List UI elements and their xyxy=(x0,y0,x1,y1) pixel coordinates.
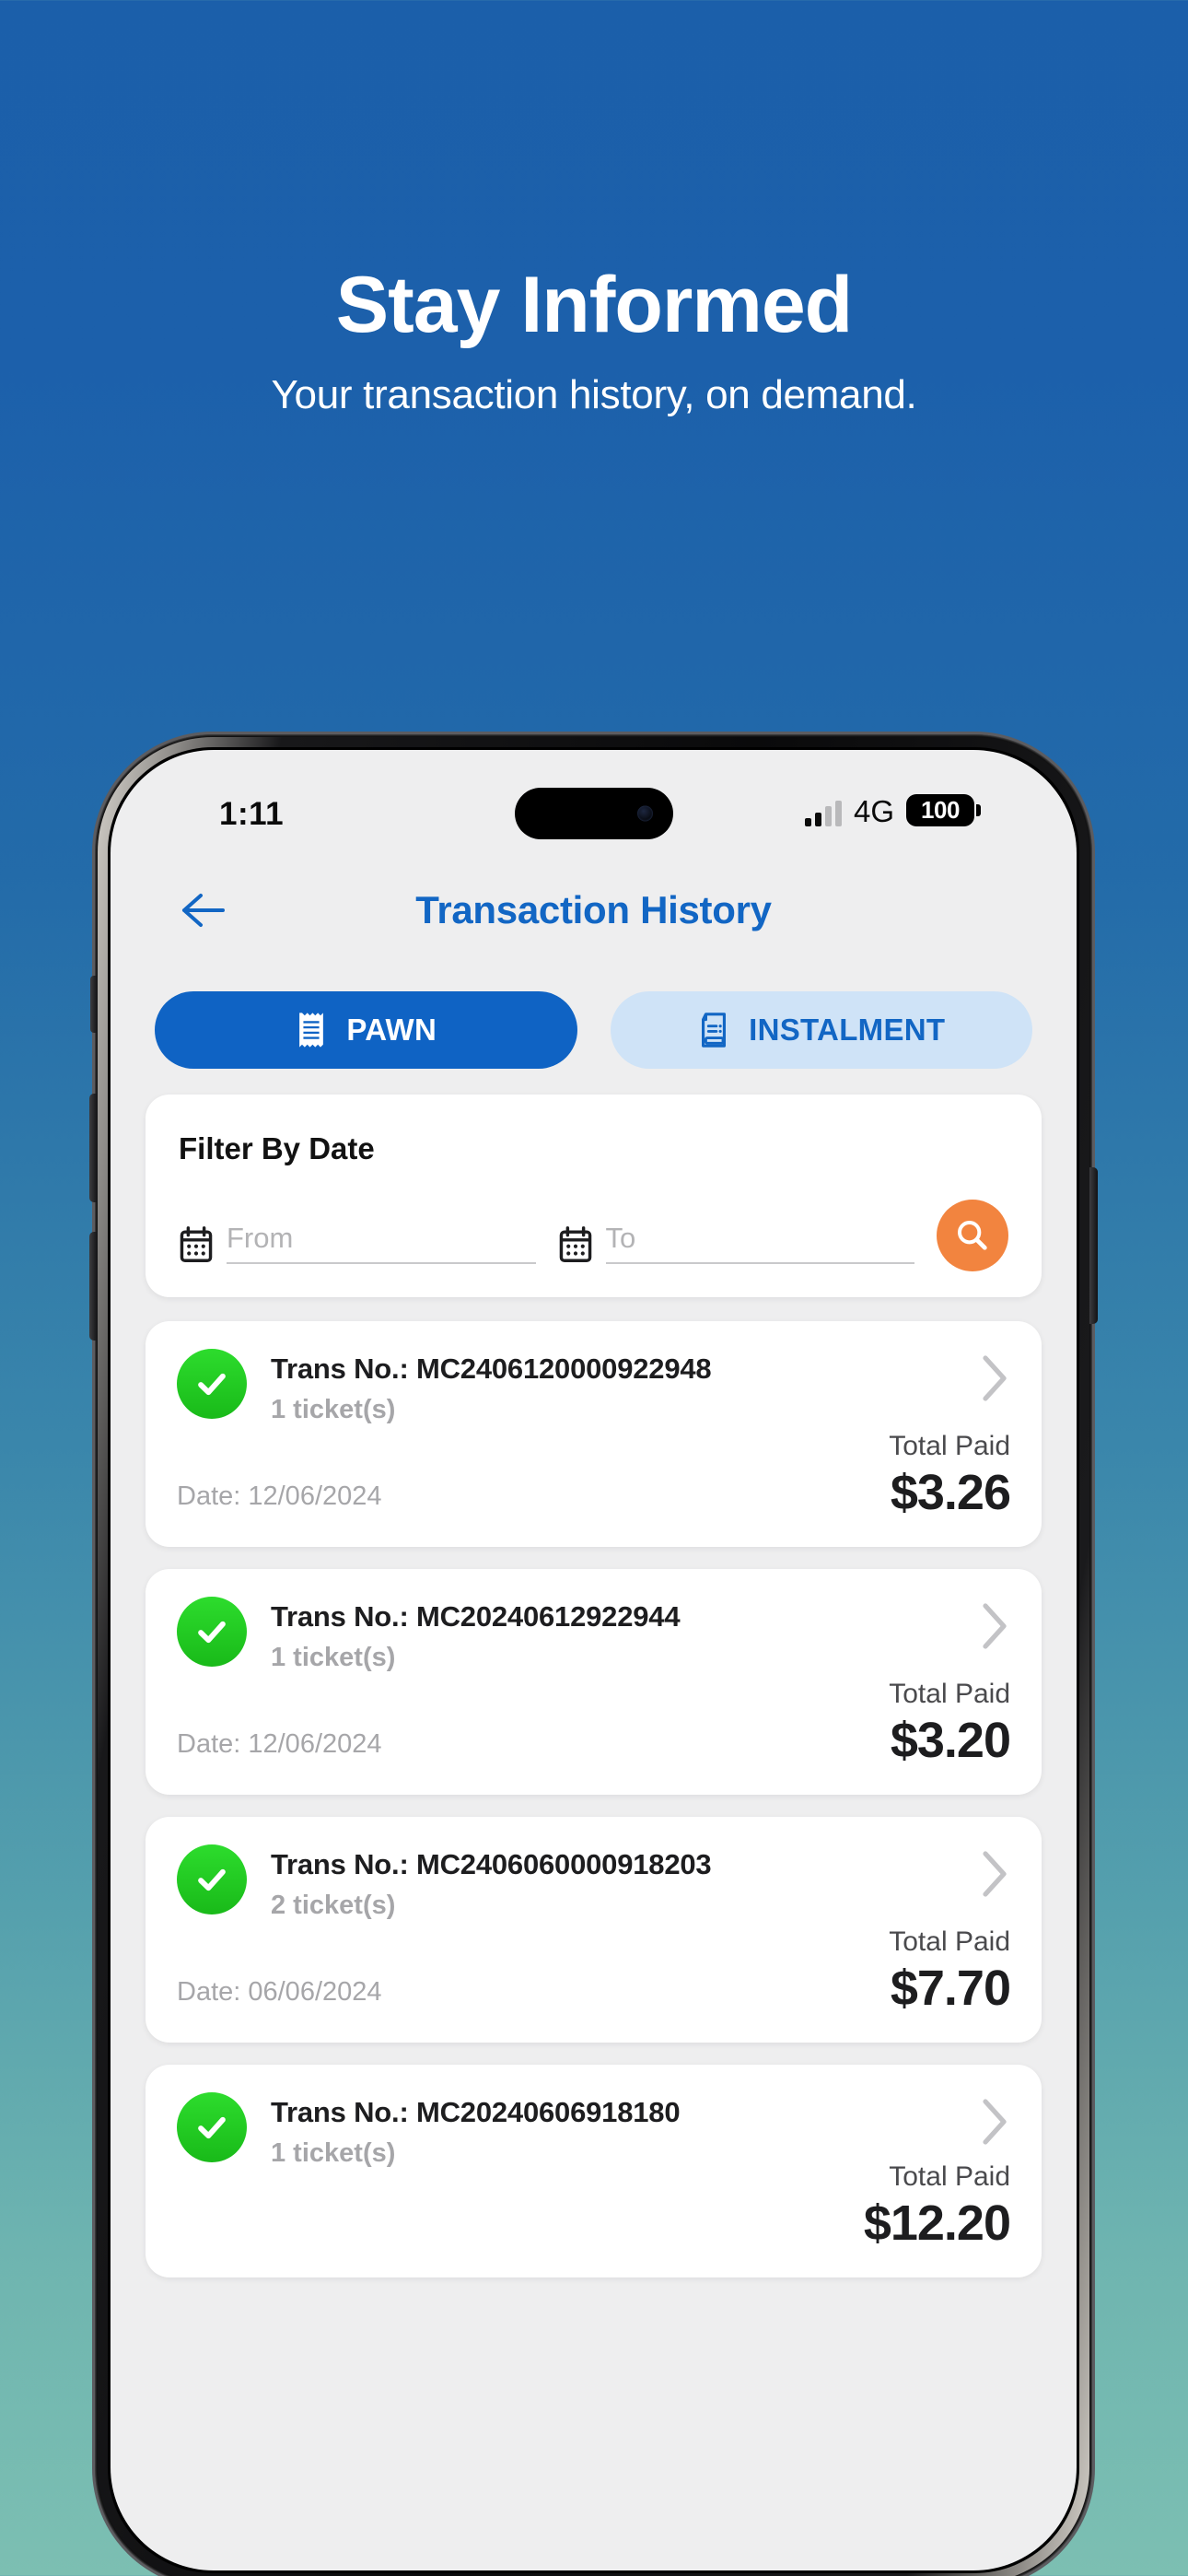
power-button[interactable] xyxy=(1089,1167,1098,1324)
transaction-footer: Total Paid $12.20 xyxy=(177,2161,1011,2252)
transaction-number: Trans No.: MC2406060000918203 xyxy=(271,1848,712,1880)
check-circle-icon xyxy=(177,1349,247,1419)
invoice-icon xyxy=(702,1013,727,1048)
total-paid-label: Total Paid xyxy=(889,1679,1010,1709)
back-button[interactable] xyxy=(171,878,236,943)
tab-bar: PAWN INSTALMENT xyxy=(111,962,1077,1069)
table-row[interactable]: Trans No.: MC20240606918180 1 ticket(s) … xyxy=(146,2065,1042,2277)
mute-switch-button[interactable] xyxy=(90,976,98,1033)
filter-title: Filter By Date xyxy=(179,1131,375,1165)
transaction-header: Trans No.: MC20240606918180 1 ticket(s) xyxy=(177,2092,1010,2169)
total-paid-amount: $3.26 xyxy=(890,1465,1011,1520)
from-date-input[interactable]: From xyxy=(227,1222,536,1264)
check-circle-icon xyxy=(177,2092,247,2162)
transaction-ticket-count: 2 ticket(s) xyxy=(271,1891,396,1920)
page-title: Transaction History xyxy=(415,888,772,931)
transaction-number: Trans No.: MC20240606918180 xyxy=(271,2096,681,2128)
volume-up-button[interactable] xyxy=(89,1094,98,1202)
transaction-meta: Trans No.: MC20240612922944 1 ticket(s) xyxy=(271,1597,955,1673)
phone-screen: 1:11 4G 100 Transaction History PAWN INS… xyxy=(111,750,1077,2570)
battery-indicator: 100 xyxy=(906,794,981,826)
filter-by-date-card: Filter By Date From To xyxy=(146,1095,1042,1297)
volume-down-button[interactable] xyxy=(89,1232,98,1341)
phone-mockup: 1:11 4G 100 Transaction History PAWN INS… xyxy=(89,734,1098,2576)
transaction-total: Total Paid $3.26 xyxy=(889,1431,1011,1521)
battery-percent-label: 100 xyxy=(921,796,960,824)
battery-tip-icon xyxy=(976,804,981,816)
transaction-total: Total Paid $12.20 xyxy=(863,2161,1011,2252)
tab-pawn-label: PAWN xyxy=(346,1013,437,1047)
transaction-number: Trans No.: MC20240612922944 xyxy=(271,1600,681,1633)
total-paid-amount: $12.20 xyxy=(863,2195,1011,2251)
front-camera-icon xyxy=(636,805,653,822)
to-date-field[interactable]: To xyxy=(558,1222,914,1264)
chevron-right-icon[interactable] xyxy=(979,1844,1010,1903)
chevron-right-icon[interactable] xyxy=(979,1597,1010,1655)
transaction-meta: Trans No.: MC2406060000918203 2 ticket(s… xyxy=(271,1844,955,1921)
total-paid-label: Total Paid xyxy=(889,2161,1010,2192)
promo-subtitle: Your transaction history, on demand. xyxy=(271,372,917,417)
tab-instalment-label: INSTALMENT xyxy=(749,1013,946,1047)
search-icon xyxy=(957,1220,987,1250)
check-circle-icon xyxy=(177,1844,247,1914)
status-bar-time: 1:11 xyxy=(219,796,285,832)
total-paid-amount: $7.70 xyxy=(890,1961,1011,2016)
from-date-field[interactable]: From xyxy=(179,1222,536,1264)
transaction-date: Date: 06/06/2024 xyxy=(177,1977,382,2007)
tab-pawn[interactable]: PAWN xyxy=(155,991,577,1069)
transaction-header: Trans No.: MC2406060000918203 2 ticket(s… xyxy=(177,1844,1010,1921)
transaction-header: Trans No.: MC2406120000922948 1 ticket(s… xyxy=(177,1349,1010,1425)
transaction-total: Total Paid $3.20 xyxy=(889,1679,1011,1769)
promo-title: Stay Informed xyxy=(335,261,853,349)
calendar-icon xyxy=(559,1226,591,1262)
chevron-right-icon[interactable] xyxy=(979,1349,1010,1407)
calendar-icon xyxy=(180,1226,213,1262)
total-paid-amount: $3.20 xyxy=(890,1713,1011,1768)
check-circle-icon xyxy=(177,1597,247,1667)
status-bar: 1:11 4G 100 xyxy=(111,750,1077,859)
transaction-ticket-count: 1 ticket(s) xyxy=(271,2138,396,2168)
transaction-footer: Date: 12/06/2024 Total Paid $3.26 xyxy=(177,1431,1011,1521)
transaction-footer: Date: 12/06/2024 Total Paid $3.20 xyxy=(177,1679,1011,1769)
transaction-number: Trans No.: MC2406120000922948 xyxy=(271,1352,712,1385)
receipt-icon xyxy=(299,1013,324,1048)
network-type-label: 4G xyxy=(853,794,894,828)
transaction-header: Trans No.: MC20240612922944 1 ticket(s) xyxy=(177,1597,1010,1673)
promo-header: Stay Informed Your transaction history, … xyxy=(0,0,1188,418)
transaction-ticket-count: 1 ticket(s) xyxy=(271,1643,396,1672)
table-row[interactable]: Trans No.: MC20240612922944 1 ticket(s) … xyxy=(146,1569,1042,1795)
transaction-footer: Date: 06/06/2024 Total Paid $7.70 xyxy=(177,1926,1011,2017)
transaction-ticket-count: 1 ticket(s) xyxy=(271,1395,396,1424)
arrow-left-icon xyxy=(182,894,225,927)
table-row[interactable]: Trans No.: MC2406120000922948 1 ticket(s… xyxy=(146,1321,1042,1547)
to-date-input[interactable]: To xyxy=(605,1222,914,1264)
total-paid-label: Total Paid xyxy=(889,1926,1010,1957)
search-button[interactable] xyxy=(937,1200,1008,1271)
table-row[interactable]: Trans No.: MC2406060000918203 2 ticket(s… xyxy=(146,1817,1042,2043)
tab-instalment[interactable]: INSTALMENT xyxy=(610,991,1032,1069)
transaction-total: Total Paid $7.70 xyxy=(889,1926,1011,2017)
transaction-date: Date: 12/06/2024 xyxy=(177,1729,382,1759)
total-paid-label: Total Paid xyxy=(889,1431,1010,1461)
status-bar-indicators: 4G 100 xyxy=(804,794,981,828)
chevron-right-icon[interactable] xyxy=(979,2092,1010,2150)
filter-row: From To xyxy=(179,1200,1008,1271)
transaction-date: Date: 12/06/2024 xyxy=(177,1481,382,1511)
signal-bars-icon xyxy=(804,801,842,826)
transaction-meta: Trans No.: MC20240606918180 1 ticket(s) xyxy=(271,2092,955,2169)
transaction-meta: Trans No.: MC2406120000922948 1 ticket(s… xyxy=(271,1349,955,1425)
transaction-list-container: Filter By Date From To Trans No.: MC2406… xyxy=(111,1069,1077,2277)
app-bar: Transaction History xyxy=(111,859,1077,962)
dynamic-island xyxy=(514,788,673,839)
